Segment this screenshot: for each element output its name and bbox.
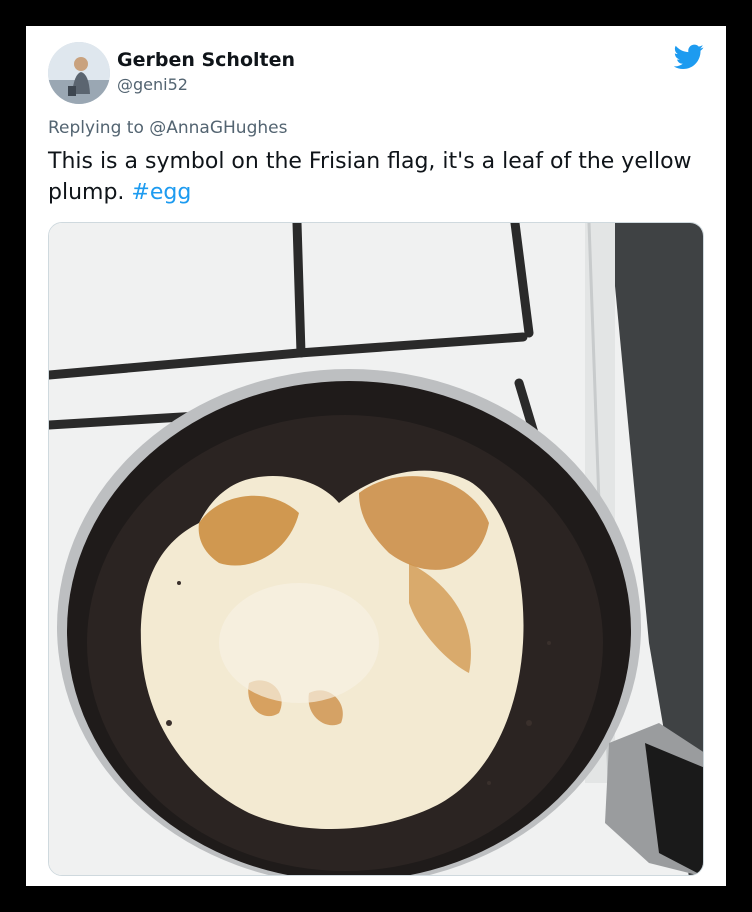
author-handle[interactable]: @geni52: [117, 75, 188, 94]
avatar[interactable]: [48, 42, 110, 104]
tweet-card: Gerben Scholten @geni52 Replying to @Ann…: [26, 26, 726, 886]
reply-prefix: Replying to: [48, 118, 144, 138]
reply-context: Replying to @AnnaGHughes: [48, 118, 287, 138]
author-name[interactable]: Gerben Scholten: [117, 49, 295, 71]
tweet-text: This is a symbol on the Frisian flag, it…: [48, 146, 698, 208]
twitter-bird-icon[interactable]: [673, 44, 704, 70]
tweet-photo[interactable]: [48, 222, 704, 876]
hashtag-link[interactable]: #egg: [131, 180, 191, 205]
reply-mention-link[interactable]: @AnnaGHughes: [149, 118, 287, 138]
